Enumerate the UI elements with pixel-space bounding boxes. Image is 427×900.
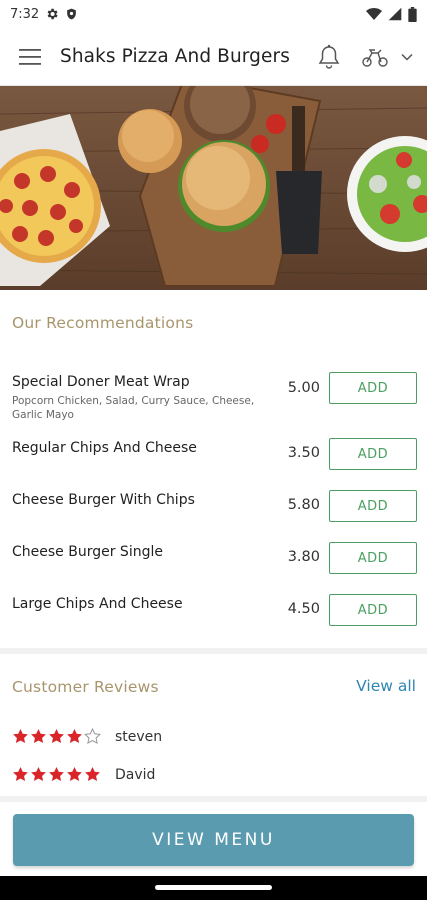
star-rating <box>12 728 101 745</box>
reviewer-name: steven <box>115 728 163 745</box>
item-price: 3.80 <box>287 549 320 565</box>
item-price: 5.80 <box>287 497 320 513</box>
review-item: David <box>12 766 155 783</box>
star-filled-icon <box>31 767 46 782</box>
star-filled-icon <box>85 767 100 782</box>
reviews-section: Customer Reviews View all steven David <box>0 654 427 796</box>
star-filled-icon <box>49 729 64 744</box>
item-name: Large Chips And Cheese <box>12 596 183 612</box>
menu-item[interactable]: Large Chips And Cheese 4.50 ADD <box>0 594 427 630</box>
settings-gear-icon <box>45 7 59 21</box>
item-name: Regular Chips And Cheese <box>12 440 197 456</box>
add-button[interactable]: ADD <box>329 372 417 404</box>
bottom-action-area: VIEW MENU <box>0 802 427 876</box>
star-filled-icon <box>13 767 28 782</box>
menu-item[interactable]: Regular Chips And Cheese 3.50 ADD <box>0 438 427 474</box>
item-price: 4.50 <box>287 601 320 617</box>
home-gesture-pill[interactable] <box>155 885 272 890</box>
add-button[interactable]: ADD <box>329 490 417 522</box>
review-item: steven <box>12 728 162 745</box>
recommendations-title: Our Recommendations <box>12 314 194 332</box>
cellular-signal-icon <box>388 7 402 21</box>
star-filled-icon <box>31 729 46 744</box>
hero-food-image <box>0 86 427 290</box>
restaurant-title: Shaks Pizza And Burgers <box>60 46 290 67</box>
menu-item[interactable]: Cheese Burger With Chips 5.80 ADD <box>0 490 427 526</box>
item-name: Cheese Burger With Chips <box>12 492 195 508</box>
system-navigation-bar <box>0 876 427 900</box>
status-time: 7:32 <box>10 6 40 22</box>
wifi-icon <box>366 7 382 21</box>
star-filled-icon <box>49 767 64 782</box>
view-menu-button[interactable]: VIEW MENU <box>13 814 414 866</box>
star-rating <box>12 766 101 783</box>
star-empty-icon <box>84 728 101 745</box>
menu-item[interactable]: Special Doner Meat Wrap Popcorn Chicken,… <box>0 372 427 432</box>
app-bar: Shaks Pizza And Burgers <box>0 28 427 86</box>
star-filled-icon <box>67 767 82 782</box>
item-price: 5.00 <box>287 380 320 396</box>
add-button[interactable]: ADD <box>329 594 417 626</box>
item-price: 3.50 <box>287 445 320 461</box>
star-filled-icon <box>67 729 82 744</box>
bell-icon[interactable] <box>317 44 341 70</box>
menu-item[interactable]: Cheese Burger Single 3.80 ADD <box>0 542 427 578</box>
reviewer-name: David <box>115 766 156 783</box>
add-button[interactable]: ADD <box>329 542 417 574</box>
status-bar: 7:32 <box>0 0 427 28</box>
chevron-down-icon[interactable] <box>401 53 413 61</box>
battery-icon <box>408 6 417 22</box>
add-button[interactable]: ADD <box>329 438 417 470</box>
view-all-link[interactable]: View all <box>356 677 416 695</box>
reviews-title: Customer Reviews <box>12 678 159 696</box>
scooter-icon[interactable] <box>361 46 389 68</box>
hamburger-menu-icon[interactable] <box>0 28 60 86</box>
shield-icon <box>65 7 78 21</box>
item-description: Popcorn Chicken, Salad, Curry Sauce, Che… <box>12 395 255 421</box>
star-filled-icon <box>13 729 28 744</box>
recommendations-section: Our Recommendations Special Doner Meat W… <box>0 290 427 648</box>
item-name: Cheese Burger Single <box>12 544 163 560</box>
item-name: Special Doner Meat Wrap <box>12 374 190 390</box>
